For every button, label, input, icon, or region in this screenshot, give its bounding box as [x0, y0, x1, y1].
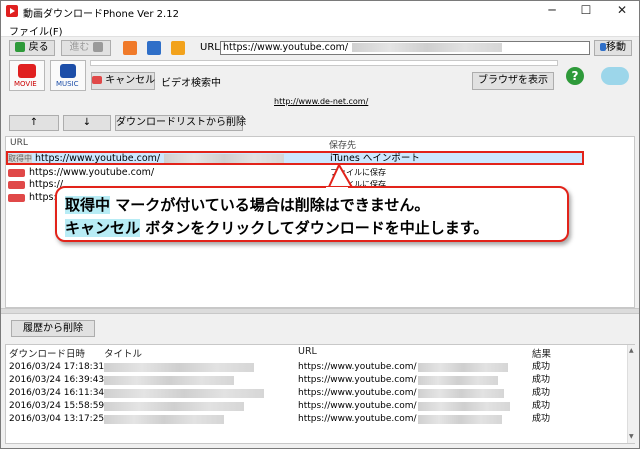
progress-bar: [90, 60, 558, 66]
music-button[interactable]: MUSIC: [50, 60, 86, 91]
youtube-icon: [8, 193, 25, 202]
splitter[interactable]: [1, 308, 639, 314]
move-down-button[interactable]: ↓: [63, 115, 111, 131]
row-result: 成功: [532, 414, 551, 424]
cancel-icon: [92, 76, 102, 84]
orange-tool-icon[interactable]: [123, 41, 137, 55]
minimize-button[interactable]: ─: [537, 1, 567, 21]
row-url: https://www.youtube.com/: [298, 414, 417, 424]
list-item[interactable]: 取得中 https://www.youtube.com/: [8, 153, 285, 165]
table-row[interactable]: 2016/03/24 15:58:59 https://www.youtube.c…: [6, 400, 620, 412]
row-result: 成功: [532, 401, 551, 411]
back-arrow-icon: [15, 42, 26, 52]
music-label: MUSIC: [56, 80, 79, 88]
youtube-icon: [8, 168, 25, 177]
close-button[interactable]: ✕: [607, 1, 637, 21]
table-row[interactable]: 2016/03/24 17:18:31 https://www.youtube.c…: [6, 361, 620, 373]
forward-label: 進む: [69, 42, 90, 53]
url-label: URL: [200, 42, 220, 53]
movie-icon: [18, 64, 36, 78]
move-up-button[interactable]: ↑: [9, 115, 59, 131]
list-item[interactable]: https://: [8, 179, 63, 191]
date-column-header[interactable]: ダウンロード日時: [9, 346, 85, 360]
table-row[interactable]: 2016/03/24 16:11:34 https://www.youtube.c…: [6, 387, 620, 399]
callout-highlight-1: 取得中: [65, 196, 111, 214]
callout-box: 取得中 マークが付いている場合は削除はできません。 キャンセル ボタンをクリック…: [55, 186, 569, 242]
app-window: 動画ダウンロードPhone Ver 2.12 ─ ☐ ✕ ファイル(F) 戻る …: [0, 0, 640, 449]
row-date: 2016/03/24 17:18:31: [9, 362, 105, 372]
url-column-header[interactable]: URL: [298, 346, 317, 357]
row-url: https://www.youtube.com/: [298, 401, 417, 411]
status-text: ビデオ検索中: [161, 78, 221, 89]
forward-button[interactable]: 進む: [61, 40, 111, 56]
row-url: https://www.youtube.com/: [298, 375, 417, 385]
result-column-header[interactable]: 結果: [532, 346, 551, 360]
move-label: 移動: [606, 42, 626, 53]
list-item[interactable]: https://www.youtube.com/: [8, 167, 154, 179]
row-date: 2016/03/24 15:58:59: [9, 401, 105, 411]
scroll-down-icon[interactable]: ▼: [629, 433, 634, 440]
app-icon: [6, 5, 18, 17]
row-date: 2016/03/04 13:17:25: [9, 414, 105, 424]
url-value: https://www.youtube.com/: [223, 42, 349, 53]
row-result: 成功: [532, 388, 551, 398]
row-url: https://www.youtube.com/: [298, 388, 417, 398]
menu-file[interactable]: ファイル(F): [9, 23, 63, 38]
menu-bar: ファイル(F): [1, 21, 639, 38]
site-link[interactable]: http://www.de-net.com/: [274, 97, 368, 106]
maximize-button[interactable]: ☐: [571, 1, 601, 21]
help-icon[interactable]: ?: [566, 67, 584, 85]
cancel-label: キャンセル: [105, 75, 156, 86]
callout-line-1: 取得中 マークが付いている場合は削除はできません。: [65, 194, 429, 215]
table-row[interactable]: 2016/03/24 16:39:43 https://www.youtube.c…: [6, 374, 620, 386]
qa-icon[interactable]: [601, 67, 629, 85]
table-row[interactable]: 2016/03/04 13:17:25 https://www.youtube.c…: [6, 413, 620, 425]
back-button[interactable]: 戻る: [9, 40, 55, 56]
history-scrollbar[interactable]: ▲ ▼: [627, 345, 635, 443]
movie-label: MOVIE: [14, 80, 37, 88]
blue-tool-icon[interactable]: [147, 41, 161, 55]
show-browser-button[interactable]: ブラウザを表示: [472, 72, 554, 90]
callout-text-2: ボタンをクリックしてダウンロードを中止します。: [145, 219, 489, 237]
window-title: 動画ダウンロードPhone Ver 2.12: [23, 9, 179, 20]
url-column-header[interactable]: URL: [10, 138, 28, 148]
row-result: 成功: [532, 362, 551, 372]
back-label: 戻る: [28, 42, 49, 53]
row-date: 2016/03/24 16:39:43: [9, 375, 105, 385]
callout-highlight-2: キャンセル: [65, 219, 141, 237]
callout-text-1: マークが付いている場合は削除はできません。: [115, 196, 430, 214]
cancel-button[interactable]: キャンセル: [91, 72, 155, 90]
move-button[interactable]: 移動: [594, 40, 632, 56]
scroll-up-icon[interactable]: ▲: [629, 347, 634, 354]
delete-from-list-button[interactable]: ダウンロードリストから削除: [115, 115, 246, 131]
music-icon: [60, 64, 76, 78]
title-column-header[interactable]: タイトル: [104, 346, 142, 360]
fetching-badge: 取得中: [8, 154, 32, 163]
callout-line-2: キャンセル ボタンをクリックしてダウンロードを中止します。: [65, 217, 488, 238]
row-result: 成功: [532, 375, 551, 385]
url-input[interactable]: https://www.youtube.com/: [220, 41, 590, 55]
movie-button[interactable]: MOVIE: [9, 60, 45, 91]
row-url: https://www.youtube.com/: [298, 362, 417, 372]
list-item-url: https://www.youtube.com/: [29, 167, 155, 178]
save-to-column-header[interactable]: 保存先: [329, 138, 356, 151]
title-bar: 動画ダウンロードPhone Ver 2.12 ─ ☐ ✕: [1, 1, 639, 21]
history-table[interactable]: ダウンロード日時 タイトル URL 結果 2016/03/24 17:18:31…: [5, 344, 635, 444]
delete-history-button[interactable]: 履歴から削除: [11, 320, 95, 337]
forward-arrow-icon: [92, 42, 103, 52]
row-date: 2016/03/24 16:11:34: [9, 388, 105, 398]
callout-pointer-joint: [326, 187, 348, 193]
list-item-url: https://www.youtube.com/: [35, 153, 161, 164]
upload-icon[interactable]: [171, 41, 185, 55]
youtube-icon: [8, 180, 25, 189]
